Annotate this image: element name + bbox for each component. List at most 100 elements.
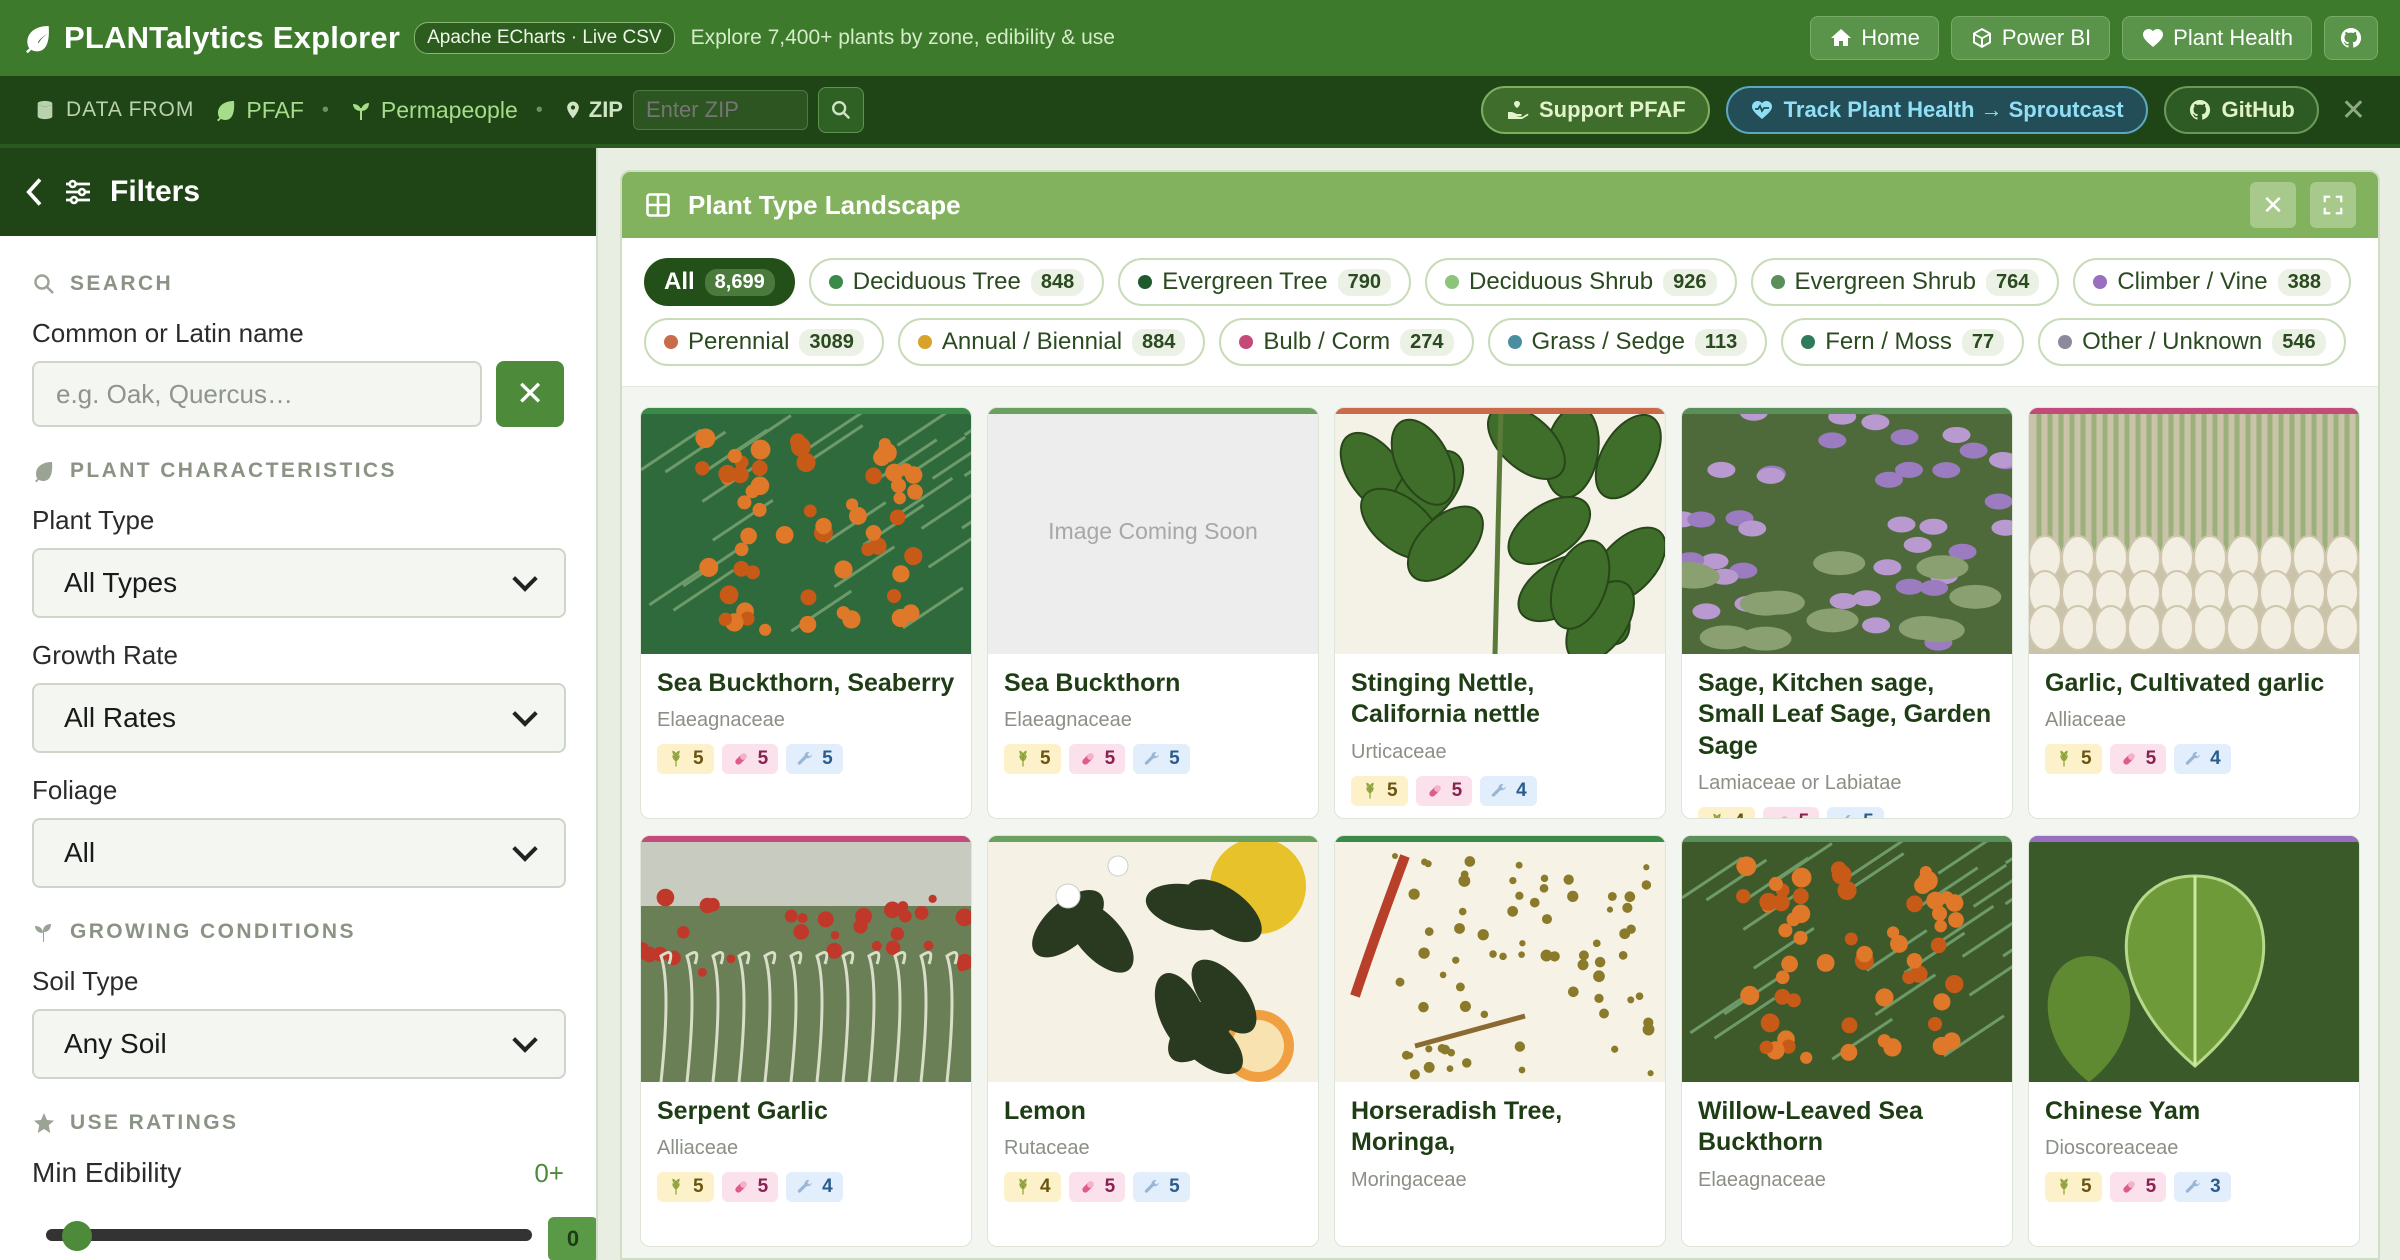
plant-image [641, 408, 971, 654]
plant-type-select[interactable]: All Types [32, 548, 566, 618]
edibility-badge: 4 [1004, 1172, 1061, 1203]
track-plant-health-button[interactable]: Track Plant Health → Sproutcast [1725, 86, 2148, 134]
app-title: PLANTalytics Explorer [64, 20, 401, 55]
plant-card[interactable]: Sea Buckthorn, Seaberry Elaeagnaceae 5 5 5 [640, 407, 972, 819]
tech-tag: Apache ECharts · Live CSV [414, 22, 675, 54]
plant-name[interactable]: Serpent Garlic [657, 1096, 955, 1127]
plant-name[interactable]: Willow-Leaved Sea Buckthorn [1698, 1096, 1996, 1159]
plant-card[interactable]: Sage, Kitchen sage, Small Leaf Sage, Gar… [1681, 407, 2013, 819]
zip-search-button[interactable] [817, 87, 864, 133]
ratings-section-title: USE RATINGS [32, 1111, 564, 1135]
foliage-select[interactable]: All [32, 818, 566, 888]
home-button[interactable]: Home [1810, 16, 1939, 60]
github-label: GitHub [2221, 97, 2295, 122]
search-icon [832, 101, 851, 120]
growth-rate-select[interactable]: All Rates [32, 683, 566, 753]
pill-icon [2122, 1181, 2135, 1193]
chip-grass-sedge[interactable]: Grass / Sedge 113 [1487, 318, 1768, 366]
slider-track[interactable] [46, 1229, 532, 1241]
type-color-stripe [641, 836, 971, 842]
plant-name[interactable]: Lemon [1004, 1096, 1302, 1127]
plant-card[interactable]: Image Coming Soon Sea Buckthorn Elaeagnace… [987, 407, 1319, 819]
plant-card[interactable]: Serpent Garlic Alliaceae 5 5 4 [640, 835, 972, 1247]
foliage-value: All [64, 837, 96, 868]
plant-name[interactable]: Sage, Kitchen sage, Small Leaf Sage, Gar… [1698, 668, 1996, 762]
clear-search-button[interactable]: ✕ [496, 361, 564, 427]
source-pfaf-label: PFAF [246, 96, 304, 123]
plant-name[interactable]: Garlic, Cultivated garlic [2045, 668, 2343, 699]
chip-count: 848 [1030, 268, 1085, 296]
slider-thumb[interactable] [62, 1221, 92, 1251]
chevron-down-icon [512, 1027, 538, 1053]
plant-card[interactable]: Chinese Yam Dioscoreaceae 5 5 3 [2028, 835, 2360, 1247]
rating-badges: 5 5 5 [1004, 744, 1302, 775]
support-pfaf-button[interactable]: Support PFAF [1481, 86, 1710, 134]
chip-label: Deciduous Tree [852, 268, 1021, 295]
plant-card[interactable]: Horseradish Tree, Moringa, Moringaceae [1334, 835, 1666, 1247]
chip-label: Evergreen Shrub [1794, 268, 1976, 295]
leaf-icon [217, 101, 235, 122]
plant-card[interactable]: Stinging Nettle, California nettle Urtica… [1334, 407, 1666, 819]
plant-name[interactable]: Chinese Yam [2045, 1096, 2343, 1127]
chip-perennial[interactable]: Perennial 3089 [644, 318, 884, 366]
chip-climber-vine[interactable]: Climber / Vine 388 [2073, 258, 2351, 306]
plant-card[interactable]: Willow-Leaved Sea Buckthorn Elaeagnaceae [1681, 835, 2013, 1247]
plant-health-button[interactable]: Plant Health [2122, 16, 2312, 60]
close-bar-button[interactable]: ✕ [2341, 93, 2366, 128]
type-color-stripe [641, 408, 971, 414]
chip-swatch [664, 335, 678, 349]
chip-all[interactable]: All 8,699 [644, 258, 795, 306]
chip-swatch [2093, 275, 2108, 289]
chip-count: 8,699 [704, 268, 775, 296]
chip-count: 113 [1694, 328, 1748, 356]
panel-close-button[interactable]: ✕ [2250, 182, 2296, 228]
medicinal-badge: 5 [1415, 775, 1473, 806]
plant-name[interactable]: Stinging Nettle, California nettle [1351, 668, 1649, 731]
edibility-badge: 5 [2045, 1172, 2102, 1203]
chip-fern-moss[interactable]: Fern / Moss 77 [1781, 318, 2025, 366]
edibility-badge: 5 [1351, 775, 1408, 806]
plant-health-label: Plant Health [2173, 25, 2293, 50]
zip-input[interactable] [632, 90, 808, 130]
github-top-button[interactable] [2324, 16, 2378, 60]
chevron-left-icon[interactable] [24, 177, 46, 207]
search-section-title: SEARCH [32, 272, 564, 296]
panel-expand-button[interactable] [2310, 182, 2356, 228]
source-pfaf[interactable]: PFAF [214, 97, 304, 124]
edibility-badge: 5 [1004, 744, 1061, 775]
chip-deciduous-tree[interactable]: Deciduous Tree 848 [808, 258, 1105, 306]
medicinal-badge: 5 [1068, 744, 1126, 775]
plant-name[interactable]: Sea Buckthorn [1004, 668, 1302, 699]
chip-other-unknown[interactable]: Other / Unknown 546 [2038, 318, 2346, 366]
chip-deciduous-shrub[interactable]: Deciduous Shrub 926 [1425, 258, 1737, 306]
plant-name[interactable]: Sea Buckthorn, Seaberry [657, 668, 955, 699]
type-color-stripe [2029, 836, 2359, 842]
chip-evergreen-tree[interactable]: Evergreen Tree 790 [1118, 258, 1411, 306]
chip-evergreen-shrub[interactable]: Evergreen Shrub 764 [1750, 258, 2060, 306]
name-search-input[interactable]: e.g. Oak, Quercus… [32, 361, 483, 427]
wrench-icon [1144, 752, 1159, 765]
plant-family: Elaeagnaceae [1698, 1168, 1826, 1191]
source-permapeople-label: Permapeople [380, 96, 518, 123]
chip-count: 790 [1337, 268, 1391, 296]
min-edibility-slider[interactable]: 0 [32, 1207, 596, 1260]
rating-badges: 5 5 4 [2045, 744, 2343, 775]
power-bi-button[interactable]: Power BI [1950, 16, 2111, 60]
rating-badges: 5 5 4 [1351, 775, 1649, 806]
chip-annual-biennial[interactable]: Annual / Biennial 884 [897, 318, 1206, 366]
chip-label: Other / Unknown [2082, 328, 2263, 355]
plant-type-label: Plant Type [32, 505, 155, 535]
plant-card[interactable]: Garlic, Cultivated garlic Alliaceae 5 5 4 [2028, 407, 2360, 819]
pill-icon [1775, 816, 1788, 818]
chip-bulb-corm[interactable]: Bulb / Corm 274 [1219, 318, 1474, 366]
wrench-icon [797, 752, 812, 765]
soil-type-select[interactable]: Any Soil [32, 1009, 566, 1079]
source-permapeople[interactable]: Permapeople [349, 97, 518, 124]
plant-family: Alliaceae [657, 1137, 739, 1160]
search-field-label: Common or Latin name [32, 318, 304, 348]
github-button[interactable]: GitHub [2163, 86, 2319, 134]
plant-name[interactable]: Horseradish Tree, Moringa, [1351, 1096, 1649, 1159]
app-brand[interactable]: PLANTalytics Explorer [22, 20, 400, 56]
plant-card[interactable]: Lemon Rutaceae 4 5 5 [987, 835, 1319, 1247]
other-uses-badge: 4 [2174, 744, 2231, 775]
